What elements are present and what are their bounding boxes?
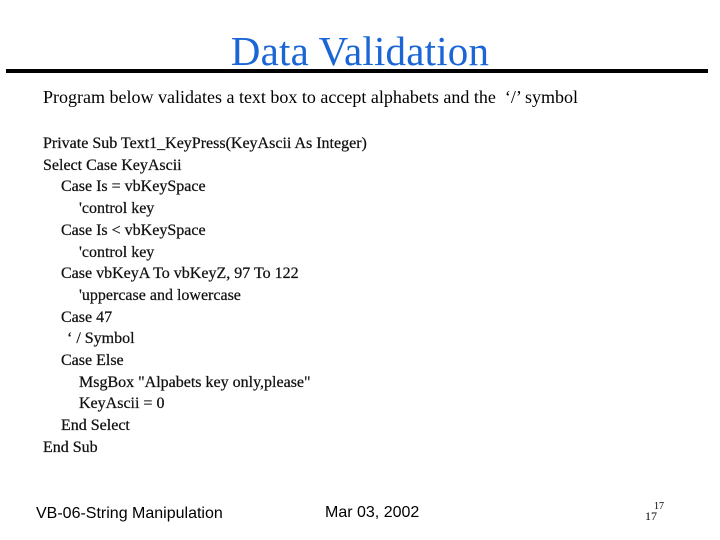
code-line: Select Case KeyAscii	[43, 156, 182, 174]
code-line: Case 47	[61, 308, 113, 326]
footer-page-number-overlay: 17	[654, 501, 664, 512]
code-block: Private Sub Text1_KeyPress(KeyAscii As I…	[43, 133, 367, 459]
code-line: 'control key	[79, 243, 155, 261]
code-line: ‘ / Symbol	[67, 330, 135, 348]
code-line: Case vbKeyA To vbKeyZ, 97 To 122	[61, 265, 299, 283]
footer-course-title: VB-06-String Manipulation	[36, 505, 223, 522]
code-line: Case Else	[61, 352, 124, 370]
code-line: End Sub	[43, 438, 98, 456]
code-line: Private Sub Text1_KeyPress(KeyAscii As I…	[43, 135, 367, 152]
intro-text: Program below validates a text box to ac…	[43, 87, 579, 107]
code-line: Case Is < vbKeySpace	[61, 221, 206, 239]
code-line: MsgBox "Alpabets key only,please"	[79, 373, 311, 391]
footer-date: Mar 03, 2002	[325, 504, 420, 521]
slide-title: Data Validation	[230, 28, 490, 74]
title-divider	[6, 69, 708, 73]
code-line: 'uppercase and lowercase	[79, 286, 241, 304]
code-line: Case Is = vbKeySpace	[61, 178, 206, 196]
code-line: 'control key	[79, 200, 155, 218]
code-line: KeyAscii = 0	[79, 395, 165, 413]
code-line: End Select	[61, 417, 130, 435]
